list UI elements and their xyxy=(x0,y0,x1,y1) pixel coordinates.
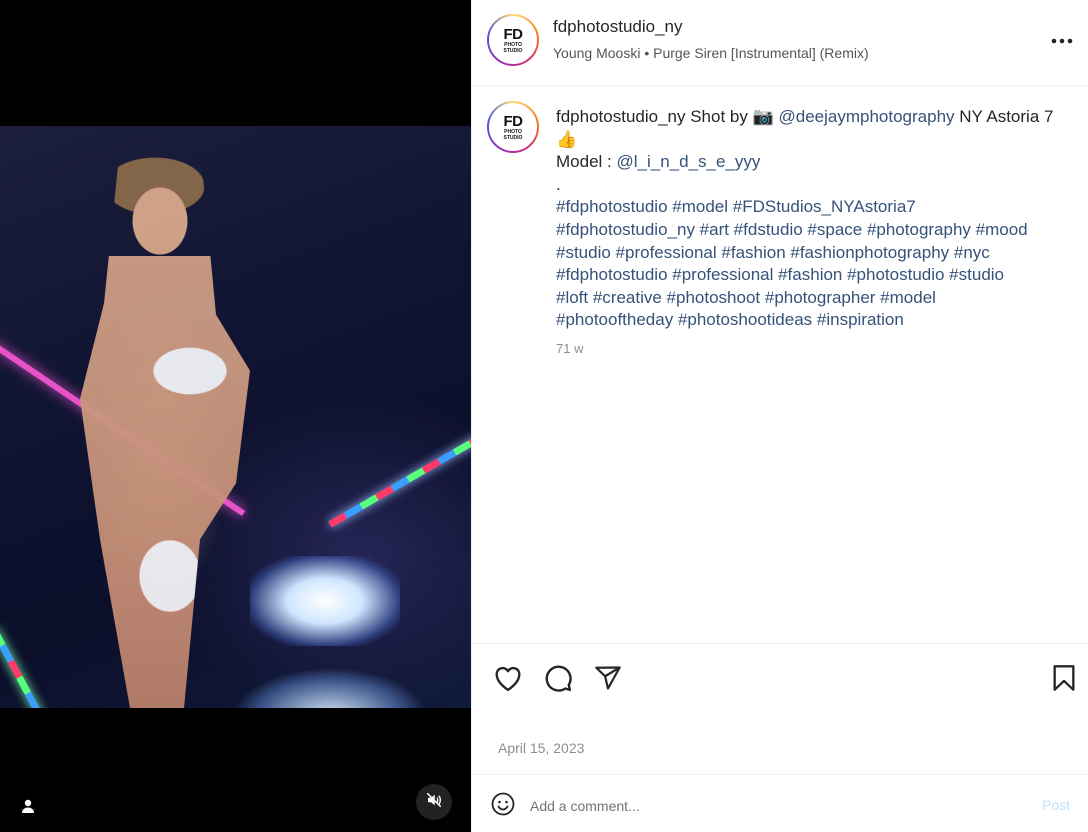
audio-link[interactable]: Young Mooski • Purge Siren [Instrumental… xyxy=(553,45,869,61)
hashtag-line[interactable]: #studio #professional #fashion #fashionp… xyxy=(556,242,1066,265)
caption-timestamp[interactable]: 71 w xyxy=(556,341,583,356)
share-button[interactable] xyxy=(592,664,624,696)
caption-text: fdphotostudio_ny Shot by 📷 @deejaymphoto… xyxy=(556,106,1066,332)
post-photo xyxy=(0,126,471,708)
caption-avatar[interactable]: FD PHOTO STUDIO xyxy=(487,101,539,153)
caption-section: FD PHOTO STUDIO fdphotostudio_ny Shot by… xyxy=(472,87,1088,642)
comment-bar: Post xyxy=(472,774,1088,832)
action-bar: April 15, 2023 xyxy=(472,643,1088,773)
caption-username[interactable]: fdphotostudio_ny xyxy=(556,107,686,126)
comment-icon xyxy=(543,663,573,698)
hashtag-line[interactable]: #fdphotostudio #professional #fashion #p… xyxy=(556,264,1066,287)
emoji-icon xyxy=(491,792,515,821)
save-button[interactable] xyxy=(1048,664,1080,696)
post-header: FD PHOTO STUDIO fdphotostudio_ny Young M… xyxy=(472,0,1088,86)
hashtag-line[interactable]: #fdphotostudio_ny #art #fdstudio #space … xyxy=(556,219,1066,242)
post-date[interactable]: April 15, 2023 xyxy=(498,740,584,756)
heart-icon xyxy=(493,664,523,697)
like-button[interactable] xyxy=(492,664,524,696)
hashtag-line[interactable]: #loft #creative #photoshoot #photographe… xyxy=(556,287,1066,310)
mute-button[interactable] xyxy=(416,784,452,820)
user-tag-icon[interactable] xyxy=(18,796,38,816)
more-horizontal-icon xyxy=(1051,31,1073,49)
post-comment-button[interactable]: Post xyxy=(1042,797,1070,813)
post-media[interactable] xyxy=(0,0,471,832)
send-icon xyxy=(594,664,622,697)
comment-button[interactable] xyxy=(542,664,574,696)
mention-link[interactable]: @deejaymphotography xyxy=(779,107,955,126)
comment-input[interactable] xyxy=(530,791,1010,821)
hashtag-line[interactable]: #fdphotostudio #model #FDStudios_NYAstor… xyxy=(556,196,1066,219)
emoji-button[interactable] xyxy=(490,792,516,821)
muted-speaker-icon xyxy=(425,791,443,814)
username-link[interactable]: fdphotostudio_ny xyxy=(553,17,683,37)
bookmark-icon xyxy=(1052,664,1076,697)
more-options-button[interactable] xyxy=(1050,30,1074,50)
hashtag-line[interactable]: #photooftheday #photoshootideas #inspira… xyxy=(556,309,1066,332)
mention-link[interactable]: @l_i_n_d_s_e_yyy xyxy=(616,152,760,171)
post-sidebar: FD PHOTO STUDIO fdphotostudio_ny Young M… xyxy=(471,0,1088,832)
avatar[interactable]: FD PHOTO STUDIO xyxy=(487,14,539,66)
